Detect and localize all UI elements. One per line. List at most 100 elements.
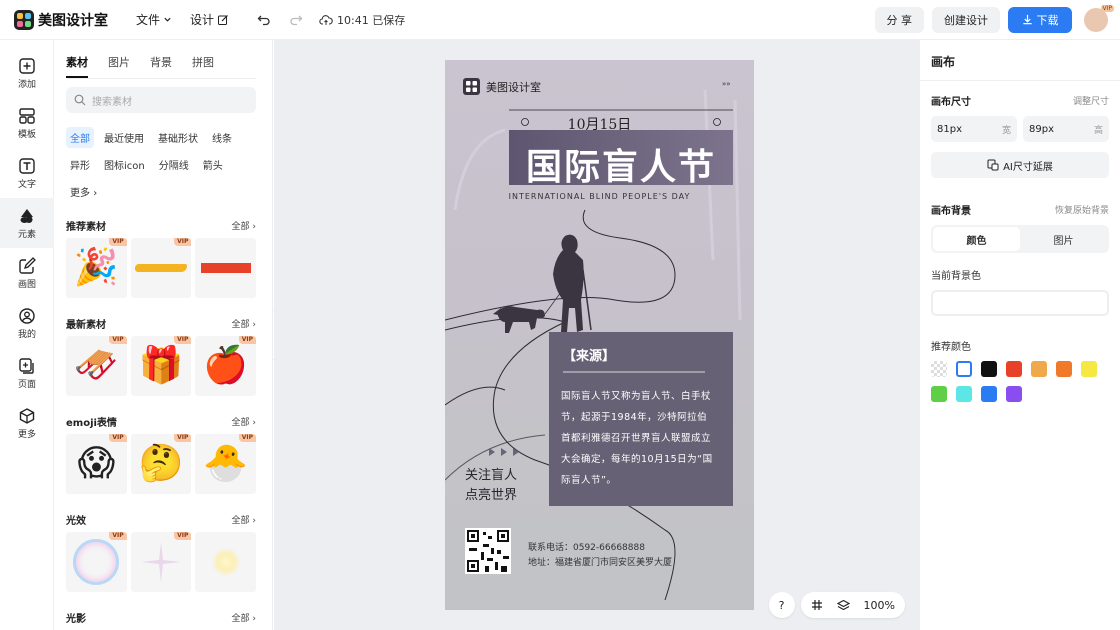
chip-icons[interactable]: 图标icon: [100, 154, 149, 175]
redo-icon[interactable]: [289, 13, 303, 27]
chip-dividers[interactable]: 分隔线: [155, 154, 193, 175]
swatch-purple[interactable]: [1006, 386, 1022, 402]
current-color-swatch[interactable]: [931, 290, 1109, 316]
tab-images[interactable]: 图片: [108, 54, 130, 78]
canvas-area: 美图设计室 »» 10月15日 国际盲人节 INTERNATIONAL BLIN…: [274, 40, 919, 630]
height-field[interactable]: 89px 高: [1023, 116, 1109, 142]
top-bar: 美图设计室 文件 设计 10:41 已保存 分 享 创建设计 下载 VIP: [0, 0, 1120, 40]
vip-badge: VIP: [238, 434, 257, 442]
vip-badge: VIP: [109, 336, 127, 344]
ai-resize-button[interactable]: AI尺寸延展: [931, 152, 1109, 178]
poster-phone: 联系电话：0592-66668888: [528, 543, 645, 553]
tab-materials[interactable]: 素材: [66, 54, 88, 78]
nav-item-mine[interactable]: 我的: [0, 298, 54, 348]
nav-item-more[interactable]: 更多: [0, 398, 54, 448]
section-latest: 最新素材 全部 › 🛷 VIP 🎁 VIP 🍎 VIP: [66, 314, 257, 396]
asset-thumb[interactable]: 🐣 VIP: [195, 434, 257, 494]
swatch-red[interactable]: [1006, 361, 1022, 377]
color-swatches: [920, 361, 1120, 402]
height-value: 89px: [1029, 123, 1054, 135]
undo-icon[interactable]: [257, 13, 271, 27]
asset-thumb[interactable]: [195, 532, 257, 592]
asset-thumb[interactable]: VIP: [66, 532, 127, 592]
nav-item-text[interactable]: 文字: [0, 148, 54, 198]
asset-thumb[interactable]: 🤔 VIP: [130, 434, 192, 494]
nav-label: 元素: [17, 229, 36, 240]
nav-item-page[interactable]: 页面: [0, 348, 54, 398]
page-add-icon: [19, 357, 34, 374]
create-design-button[interactable]: 创建设计: [932, 6, 1000, 33]
swatch-blue[interactable]: [981, 386, 997, 402]
swatch-yellow[interactable]: [1081, 361, 1097, 377]
download-icon: [1022, 14, 1032, 25]
plus-square-icon: [19, 57, 35, 74]
vip-badge: VIP: [109, 238, 127, 246]
avatar[interactable]: VIP: [1084, 4, 1114, 32]
tab-backgrounds[interactable]: 背景: [150, 54, 172, 78]
asset-thumb[interactable]: 🍎 VIP: [195, 336, 257, 396]
app-logo[interactable]: 美图设计室: [14, 9, 108, 30]
poster-slogan-1: 关注盲人: [465, 468, 518, 483]
asset-thumb[interactable]: 😱 VIP: [66, 434, 127, 494]
zoom-level[interactable]: 100%: [864, 599, 895, 612]
asset-thumb[interactable]: [195, 238, 257, 298]
panel-title: 画布: [920, 40, 1120, 81]
section-light-effects: 光效 全部 › VIP VIP: [66, 510, 257, 592]
see-all-link[interactable]: 全部 ›: [232, 317, 256, 330]
restore-bg-link[interactable]: 恢复原始背景: [1055, 203, 1109, 216]
asset-thumb[interactable]: VIP: [130, 532, 192, 592]
swatch-green[interactable]: [931, 386, 947, 402]
chip-all[interactable]: 全部: [66, 127, 94, 148]
chip-recent[interactable]: 最近使用: [100, 127, 148, 148]
poster-canvas[interactable]: 美图设计室 »» 10月15日 国际盲人节 INTERNATIONAL BLIN…: [445, 60, 754, 610]
swatch-cyan[interactable]: [956, 386, 972, 402]
layers-icon[interactable]: [836, 599, 850, 612]
poster-source-title: 【来源】: [563, 349, 616, 364]
adjust-size-link[interactable]: 调整尺寸: [1073, 94, 1109, 107]
edit-icon: [218, 14, 228, 25]
chip-arrows[interactable]: 箭头: [199, 154, 227, 175]
asset-thumb[interactable]: 🛷 VIP: [66, 336, 127, 396]
tab-collage[interactable]: 拼图: [192, 54, 214, 78]
nav-item-add[interactable]: 添加: [0, 48, 54, 98]
swatch-transparent[interactable]: [931, 361, 947, 377]
chip-lines[interactable]: 线条: [208, 127, 236, 148]
asset-thumb[interactable]: VIP: [130, 238, 192, 298]
chip-irregular[interactable]: 异形: [66, 154, 94, 175]
poster-date: 10月15日: [567, 117, 632, 133]
section-title: 光效: [66, 515, 86, 527]
swatch-light-orange[interactable]: [1031, 361, 1047, 377]
download-button[interactable]: 下载: [1008, 6, 1072, 33]
nav-item-elements[interactable]: 元素: [0, 198, 54, 248]
swatch-orange[interactable]: [1056, 361, 1072, 377]
help-button[interactable]: ?: [768, 592, 795, 618]
grid-icon[interactable]: [811, 599, 823, 611]
nav-item-template[interactable]: 模板: [0, 98, 54, 148]
user-icon: [19, 307, 35, 324]
canvas-bg-label: 画布背景: [931, 206, 971, 217]
see-all-link[interactable]: 全部 ›: [232, 219, 256, 232]
chip-basic-shapes[interactable]: 基础形状: [154, 127, 202, 148]
swatch-black[interactable]: [981, 361, 997, 377]
asset-panel: 素材 图片 背景 拼图 搜索素材 全部 最近使用 基础形状 线条 异形 图标ic…: [55, 40, 273, 630]
search-input[interactable]: 搜索素材: [66, 87, 256, 113]
left-nav: 添加 模板 文字 元素 画图 我的 页面 更多: [0, 40, 54, 630]
bg-type-image[interactable]: 图片: [1020, 227, 1107, 251]
see-all-link[interactable]: 全部 ›: [232, 611, 256, 624]
nav-item-draw[interactable]: 画图: [0, 248, 54, 298]
asset-thumb[interactable]: 🎁 VIP: [130, 336, 192, 396]
vip-badge: VIP: [238, 336, 257, 344]
swatch-white[interactable]: [956, 361, 972, 377]
see-all-link[interactable]: 全部 ›: [232, 415, 256, 428]
design-menu[interactable]: 设计: [186, 8, 233, 32]
chip-more[interactable]: 更多 ›: [66, 181, 101, 202]
width-field[interactable]: 81px 宽: [931, 116, 1017, 142]
ai-resize-icon: [987, 159, 999, 171]
asset-thumb[interactable]: 🎉 VIP: [66, 238, 127, 298]
see-all-link[interactable]: 全部 ›: [232, 513, 256, 526]
share-button[interactable]: 分 享: [874, 6, 924, 33]
file-menu[interactable]: 文件: [132, 8, 176, 32]
vip-badge: VIP: [109, 532, 127, 540]
bg-type-color[interactable]: 颜色: [933, 227, 1020, 251]
poster-slogan-2: 点亮世界: [465, 488, 518, 503]
